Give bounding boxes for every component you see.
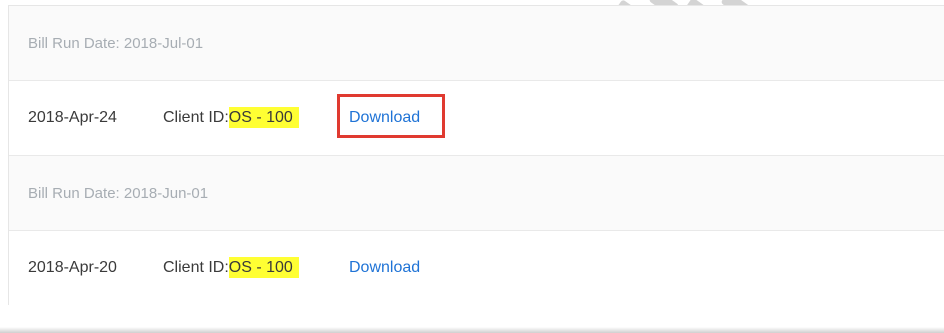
client-id-label: Client ID:: [163, 109, 229, 126]
bill-record-row: 2018-Apr-20 Client ID:OS - 100 Download: [9, 231, 944, 305]
record-date: 2018-Apr-20: [28, 259, 117, 276]
bill-run-date-header: Bill Run Date: 2018-Jul-01: [9, 6, 944, 80]
client-id: Client ID:OS - 100: [163, 257, 299, 278]
client-id: Client ID:OS - 100: [163, 107, 299, 128]
client-id-value: OS - 100: [228, 107, 299, 128]
bill-record-row: 2018-Apr-24 Client ID:OS - 100 Download: [9, 81, 944, 155]
client-id-label: Client ID:: [163, 259, 229, 276]
bill-run-date-header: Bill Run Date: 2018-Jun-01: [9, 156, 944, 230]
bill-run-date-label: Bill Run Date: 2018-Jun-01: [28, 184, 209, 202]
download-highlight-box: [337, 94, 445, 138]
bottom-shadow: [0, 327, 944, 333]
bill-run-list: Bill Run Date: 2018-Jul-01 2018-Apr-24 C…: [8, 5, 944, 305]
bill-run-date-label: Bill Run Date: 2018-Jul-01: [28, 34, 204, 52]
record-date: 2018-Apr-24: [28, 109, 117, 126]
client-id-value: OS - 100: [228, 257, 299, 278]
billing-page: Bill Run Date: 2018-Jul-01 2018-Apr-24 C…: [0, 0, 944, 333]
download-link[interactable]: Download: [349, 259, 420, 277]
